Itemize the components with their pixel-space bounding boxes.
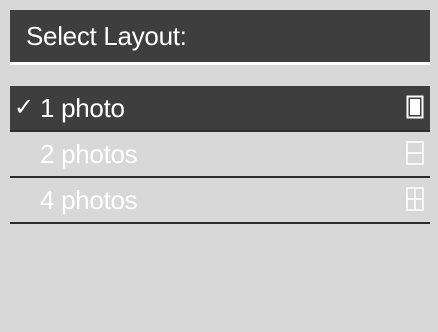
two-photo-layout-icon (406, 141, 424, 165)
layout-menu: ✓ 1 photo 2 photos 4 photos (10, 65, 430, 332)
menu-item-label: 1 photo (40, 93, 125, 123)
menu-item-label: 4 photos (40, 185, 138, 215)
menu-item-2-photos[interactable]: 2 photos (10, 132, 430, 176)
menu-item-label: 2 photos (40, 139, 138, 169)
menu-item-4-photos[interactable]: 4 photos (10, 178, 430, 222)
page-title: Select Layout: (26, 21, 187, 51)
menu-divider (10, 222, 430, 224)
single-photo-layout-icon (406, 95, 424, 119)
layout-select-screen: Select Layout: ✓ 1 photo 2 photos 4 phot… (0, 0, 438, 332)
checkmark-icon: ✓ (14, 94, 35, 121)
header-bar: Select Layout: (10, 10, 430, 62)
four-photo-layout-icon (406, 187, 424, 211)
menu-item-1-photo[interactable]: ✓ 1 photo (10, 86, 430, 130)
